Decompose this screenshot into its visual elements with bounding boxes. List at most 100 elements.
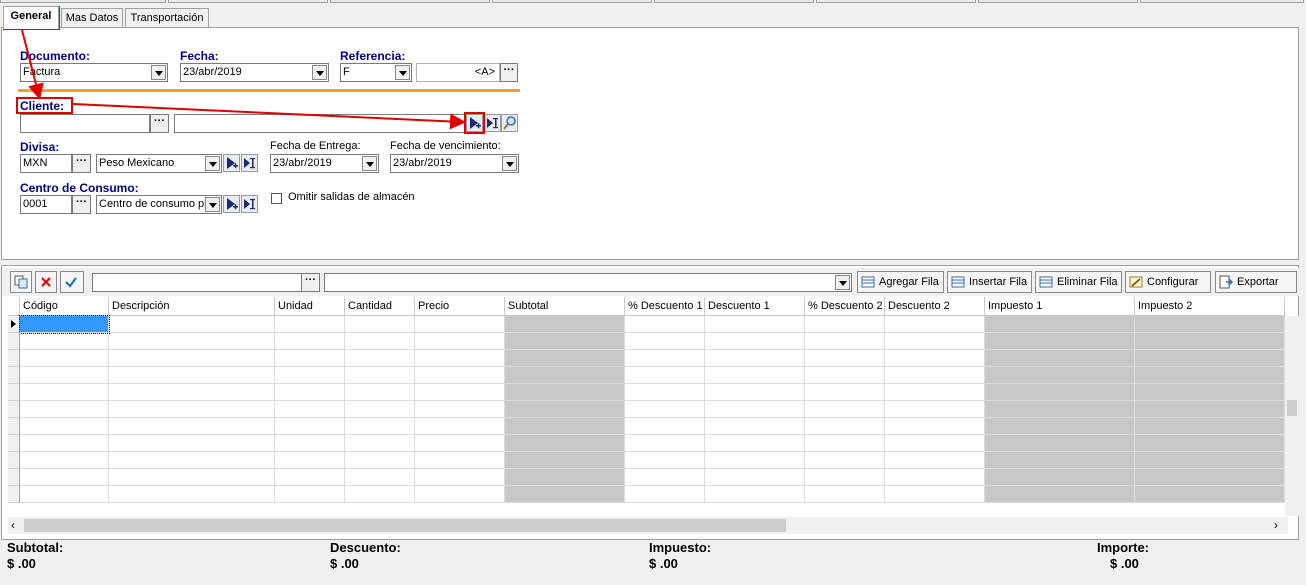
grid-cell[interactable] <box>109 469 275 486</box>
grid-cell[interactable] <box>985 316 1135 333</box>
grid-cell[interactable] <box>705 418 805 435</box>
grid-cell[interactable] <box>505 469 625 486</box>
grid-cell[interactable] <box>625 452 705 469</box>
grid-cell[interactable] <box>275 350 345 367</box>
grid-cell[interactable] <box>985 469 1135 486</box>
chevron-down-icon[interactable] <box>502 156 517 171</box>
grid-cell[interactable] <box>415 418 505 435</box>
col-header-unidad[interactable]: Unidad <box>275 297 345 316</box>
col-header-cantidad[interactable]: Cantidad <box>345 297 415 316</box>
grid-cell[interactable] <box>415 435 505 452</box>
grid-cell[interactable] <box>885 384 985 401</box>
grid-cell[interactable] <box>985 486 1135 503</box>
grid-cell[interactable] <box>625 401 705 418</box>
grid-cell[interactable] <box>109 418 275 435</box>
centro-code-input[interactable]: 0001 <box>20 195 72 214</box>
grid-cell[interactable] <box>109 367 275 384</box>
centro-select[interactable]: Centro de consumo pr <box>96 195 222 214</box>
divisa-code-input[interactable]: MXN <box>20 154 72 173</box>
grid-cell[interactable] <box>1135 469 1285 486</box>
grid-cell[interactable] <box>1135 350 1285 367</box>
row-header[interactable] <box>8 367 20 384</box>
col-header-descuento-2[interactable]: Descuento 2 <box>885 297 985 316</box>
centro-edit-button[interactable] <box>241 195 258 213</box>
grid-cell[interactable] <box>705 350 805 367</box>
eliminar-fila-button[interactable]: Eliminar Fila <box>1035 271 1122 293</box>
grid-cell[interactable] <box>415 350 505 367</box>
grid-cell[interactable] <box>885 469 985 486</box>
grid-cell[interactable] <box>275 435 345 452</box>
delete-button[interactable] <box>35 271 57 293</box>
grid-cell[interactable] <box>625 367 705 384</box>
product-search-input[interactable] <box>92 273 302 292</box>
grid-cell[interactable] <box>275 418 345 435</box>
grid-cell[interactable] <box>345 316 415 333</box>
scroll-left-icon[interactable]: ‹ <box>11 518 15 532</box>
grid-cell[interactable] <box>109 316 275 333</box>
grid-cell[interactable] <box>109 401 275 418</box>
grid-cell[interactable] <box>985 333 1135 350</box>
grid-cell[interactable] <box>1135 401 1285 418</box>
scroll-right-icon[interactable]: › <box>1274 518 1278 532</box>
grid-cell[interactable] <box>1135 486 1285 503</box>
grid-cell[interactable] <box>345 367 415 384</box>
row-header[interactable] <box>8 350 20 367</box>
grid-cell[interactable] <box>505 316 625 333</box>
grid-cell[interactable] <box>705 401 805 418</box>
omitir-checkbox[interactable] <box>271 193 282 204</box>
vertical-scrollbar[interactable] <box>1285 316 1299 516</box>
grid-cell[interactable] <box>109 333 275 350</box>
grid-cell[interactable] <box>505 435 625 452</box>
exportar-button[interactable]: Exportar <box>1215 271 1297 293</box>
grid-cell[interactable] <box>275 316 345 333</box>
grid-cell[interactable] <box>20 401 109 418</box>
grid-cell[interactable] <box>805 316 885 333</box>
col-header-codigo[interactable]: Código <box>20 297 109 316</box>
grid-cell[interactable] <box>505 367 625 384</box>
grid-cell[interactable] <box>345 401 415 418</box>
product-ellipsis-button[interactable]: ··· <box>301 273 320 292</box>
copy-button[interactable] <box>10 271 32 293</box>
grid-cell[interactable] <box>20 452 109 469</box>
grid-cell[interactable] <box>625 435 705 452</box>
grid-cell[interactable] <box>885 333 985 350</box>
grid-cell[interactable] <box>345 384 415 401</box>
grid-cell[interactable] <box>885 452 985 469</box>
grid-cell[interactable] <box>505 401 625 418</box>
divisa-add-button[interactable] <box>223 154 240 172</box>
row-header[interactable] <box>8 452 20 469</box>
grid-cell[interactable] <box>625 333 705 350</box>
grid-cell[interactable] <box>505 350 625 367</box>
grid-cell[interactable] <box>505 486 625 503</box>
grid-cell[interactable] <box>705 486 805 503</box>
grid-cell[interactable] <box>625 486 705 503</box>
grid-cell[interactable] <box>805 401 885 418</box>
tab-general[interactable]: General <box>3 6 59 29</box>
fecha-vencimiento-picker[interactable]: 23/abr/2019 <box>390 154 519 173</box>
grid-cell[interactable] <box>625 469 705 486</box>
grid-cell[interactable] <box>805 486 885 503</box>
grid-cell[interactable] <box>805 367 885 384</box>
grid-cell[interactable] <box>275 333 345 350</box>
grid-cell[interactable] <box>415 384 505 401</box>
grid-cell[interactable] <box>1135 418 1285 435</box>
centro-ellipsis-button[interactable]: ··· <box>72 195 91 214</box>
grid-cell[interactable] <box>885 367 985 384</box>
product-select[interactable] <box>324 273 852 292</box>
row-header[interactable] <box>8 469 20 486</box>
grid-cell[interactable] <box>415 452 505 469</box>
grid-cell[interactable] <box>345 435 415 452</box>
grid-cell[interactable] <box>505 333 625 350</box>
grid-cell[interactable] <box>805 384 885 401</box>
fecha-entrega-picker[interactable]: 23/abr/2019 <box>270 154 379 173</box>
grid-cell[interactable] <box>985 452 1135 469</box>
grid-cell[interactable] <box>985 401 1135 418</box>
grid-cell[interactable] <box>805 452 885 469</box>
grid-cell[interactable] <box>275 452 345 469</box>
insertar-fila-button[interactable]: Insertar Fila <box>947 271 1032 293</box>
grid-cell[interactable] <box>805 418 885 435</box>
row-header[interactable] <box>8 486 20 503</box>
grid-cell[interactable] <box>1135 316 1285 333</box>
col-header-subtotal[interactable]: Subtotal <box>505 297 625 316</box>
divisa-edit-button[interactable] <box>241 154 258 172</box>
